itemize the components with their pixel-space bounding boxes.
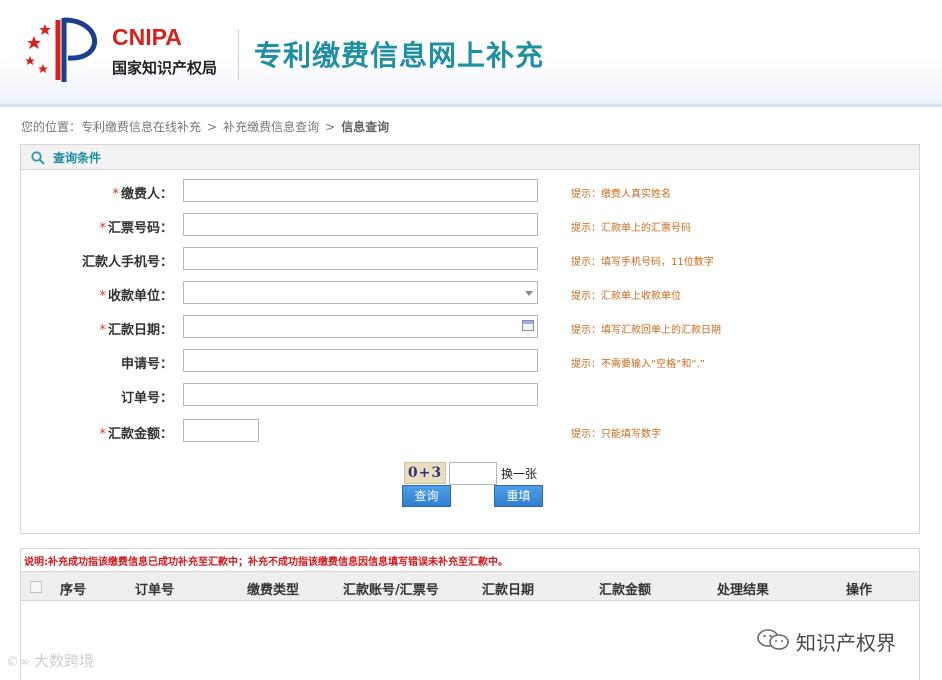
- query-panel: 查询条件 * 缴费人： 提示：缴费人真实姓名 * 汇票号码： 提示：汇款单上的汇票号…: [20, 144, 920, 534]
- draft-number-input[interactable]: [183, 213, 538, 236]
- field-row-amount: * 汇款金额： 提示：只能填写数字: [21, 419, 919, 443]
- column-header-result: 处理结果: [717, 583, 770, 598]
- payer-hint: 提示：缴费人真实姓名: [571, 189, 671, 200]
- site-header: CNIPA 国家知识产权局 专利缴费信息网上补充: [0, 0, 942, 104]
- column-header-account-draft: 汇款账号/汇票号: [343, 583, 439, 598]
- captcha-refresh-link[interactable]: 换一张: [501, 465, 537, 482]
- watermark-left: ©∞ 大数跨境: [6, 652, 94, 670]
- field-row-order-number: 订单号：: [21, 383, 919, 407]
- date-input[interactable]: [183, 315, 538, 338]
- query-button[interactable]: 查询: [402, 485, 451, 507]
- breadcrumb-separator: >: [207, 120, 218, 134]
- column-header-amount: 汇款金额: [599, 583, 652, 598]
- column-header-fee-type: 缴费类型: [247, 583, 300, 598]
- captcha-input[interactable]: [449, 462, 497, 485]
- reset-button[interactable]: 重填: [494, 485, 543, 507]
- captcha-image: 0+3: [404, 462, 446, 484]
- date-hint: 提示：填写汇款回单上的汇款日期: [571, 325, 721, 336]
- field-row-draft-number: * 汇票号码： 提示：汇款单上的汇票号码: [21, 213, 919, 237]
- application-number-hint: 提示：不需要输入“空格”和“.”: [571, 359, 705, 370]
- brand-en: CNIPA: [112, 24, 182, 50]
- breadcrumb-item-1[interactable]: 专利缴费信息在线补充: [81, 120, 201, 134]
- payee-label: * 收款单位：: [99, 289, 173, 304]
- application-number-input[interactable]: [183, 349, 538, 372]
- breadcrumb-prefix: 您的位置：: [21, 120, 82, 134]
- watermark-right-text: 知识产权界: [796, 631, 896, 655]
- results-table-header: 序号 订单号 缴费类型 汇款账号/汇票号 汇款日期 汇款金额 处理结果 操作: [21, 571, 919, 601]
- field-row-payer: * 缴费人： 提示：缴费人真实姓名: [21, 179, 919, 203]
- column-header-index: 序号: [60, 583, 87, 598]
- phone-label: 汇款人手机号：: [81, 255, 173, 270]
- brand-cn: 国家知识产权局: [112, 59, 218, 77]
- header-divider: [238, 30, 239, 80]
- payee-select[interactable]: [183, 281, 538, 304]
- results-note: 说明:补充成功指该缴费信息已成功补充至汇款中；补充不成功指该缴费信息因信息填写错…: [24, 557, 508, 568]
- payer-label: * 缴费人：: [112, 187, 173, 202]
- site-title: 专利缴费信息网上补充: [254, 39, 545, 72]
- payee-hint: 提示：汇款单上收款单位: [571, 291, 681, 302]
- payer-input[interactable]: [183, 179, 538, 202]
- amount-input[interactable]: [183, 419, 259, 442]
- results-panel: 说明:补充成功指该缴费信息已成功补充至汇款中；补充不成功指该缴费信息因信息填写错…: [20, 548, 920, 680]
- breadcrumb: 您的位置：专利缴费信息在线补充 > 补充缴费信息查询 > 信息查询: [21, 118, 389, 135]
- search-icon: [31, 151, 45, 165]
- calendar-icon[interactable]: [522, 320, 534, 331]
- order-number-label: 订单号：: [120, 391, 173, 406]
- select-all-checkbox[interactable]: [30, 581, 42, 593]
- amount-label: * 汇款金额：: [99, 427, 173, 442]
- phone-input[interactable]: [183, 247, 538, 270]
- cnipa-logo-icon: [25, 17, 98, 82]
- amount-hint: 提示：只能填写数字: [571, 429, 661, 440]
- watermark-logo-icon: ©∞: [6, 655, 34, 670]
- draft-number-hint: 提示：汇款单上的汇票号码: [571, 223, 691, 234]
- field-row-date: * 汇款日期： 提示：填写汇款回单上的汇款日期: [21, 315, 919, 339]
- chevron-down-icon: [525, 291, 533, 296]
- date-label: * 汇款日期：: [99, 323, 173, 338]
- field-row-application-number: 申请号： 提示：不需要输入“空格”和“.”: [21, 349, 919, 373]
- field-row-payee: * 收款单位： 提示：汇款单上收款单位: [21, 281, 919, 305]
- application-number-label: 申请号：: [120, 357, 173, 372]
- order-number-input[interactable]: [183, 383, 538, 406]
- query-panel-title: 查询条件: [53, 151, 102, 165]
- column-header-order-number: 订单号: [135, 583, 175, 598]
- query-panel-header: 查询条件: [21, 145, 919, 170]
- draft-number-label: * 汇票号码：: [99, 221, 173, 236]
- breadcrumb-item-2[interactable]: 补充缴费信息查询: [223, 120, 319, 134]
- header-underline: [0, 104, 942, 107]
- phone-hint: 提示：填写手机号码，11位数字: [571, 257, 714, 268]
- column-header-date: 汇款日期: [482, 583, 535, 598]
- breadcrumb-separator: >: [325, 120, 336, 134]
- column-header-action: 操作: [846, 583, 873, 598]
- breadcrumb-current: 信息查询: [341, 120, 390, 134]
- wechat-icon: [757, 629, 789, 650]
- field-row-phone: 汇款人手机号： 提示：填写手机号码，11位数字: [21, 247, 919, 271]
